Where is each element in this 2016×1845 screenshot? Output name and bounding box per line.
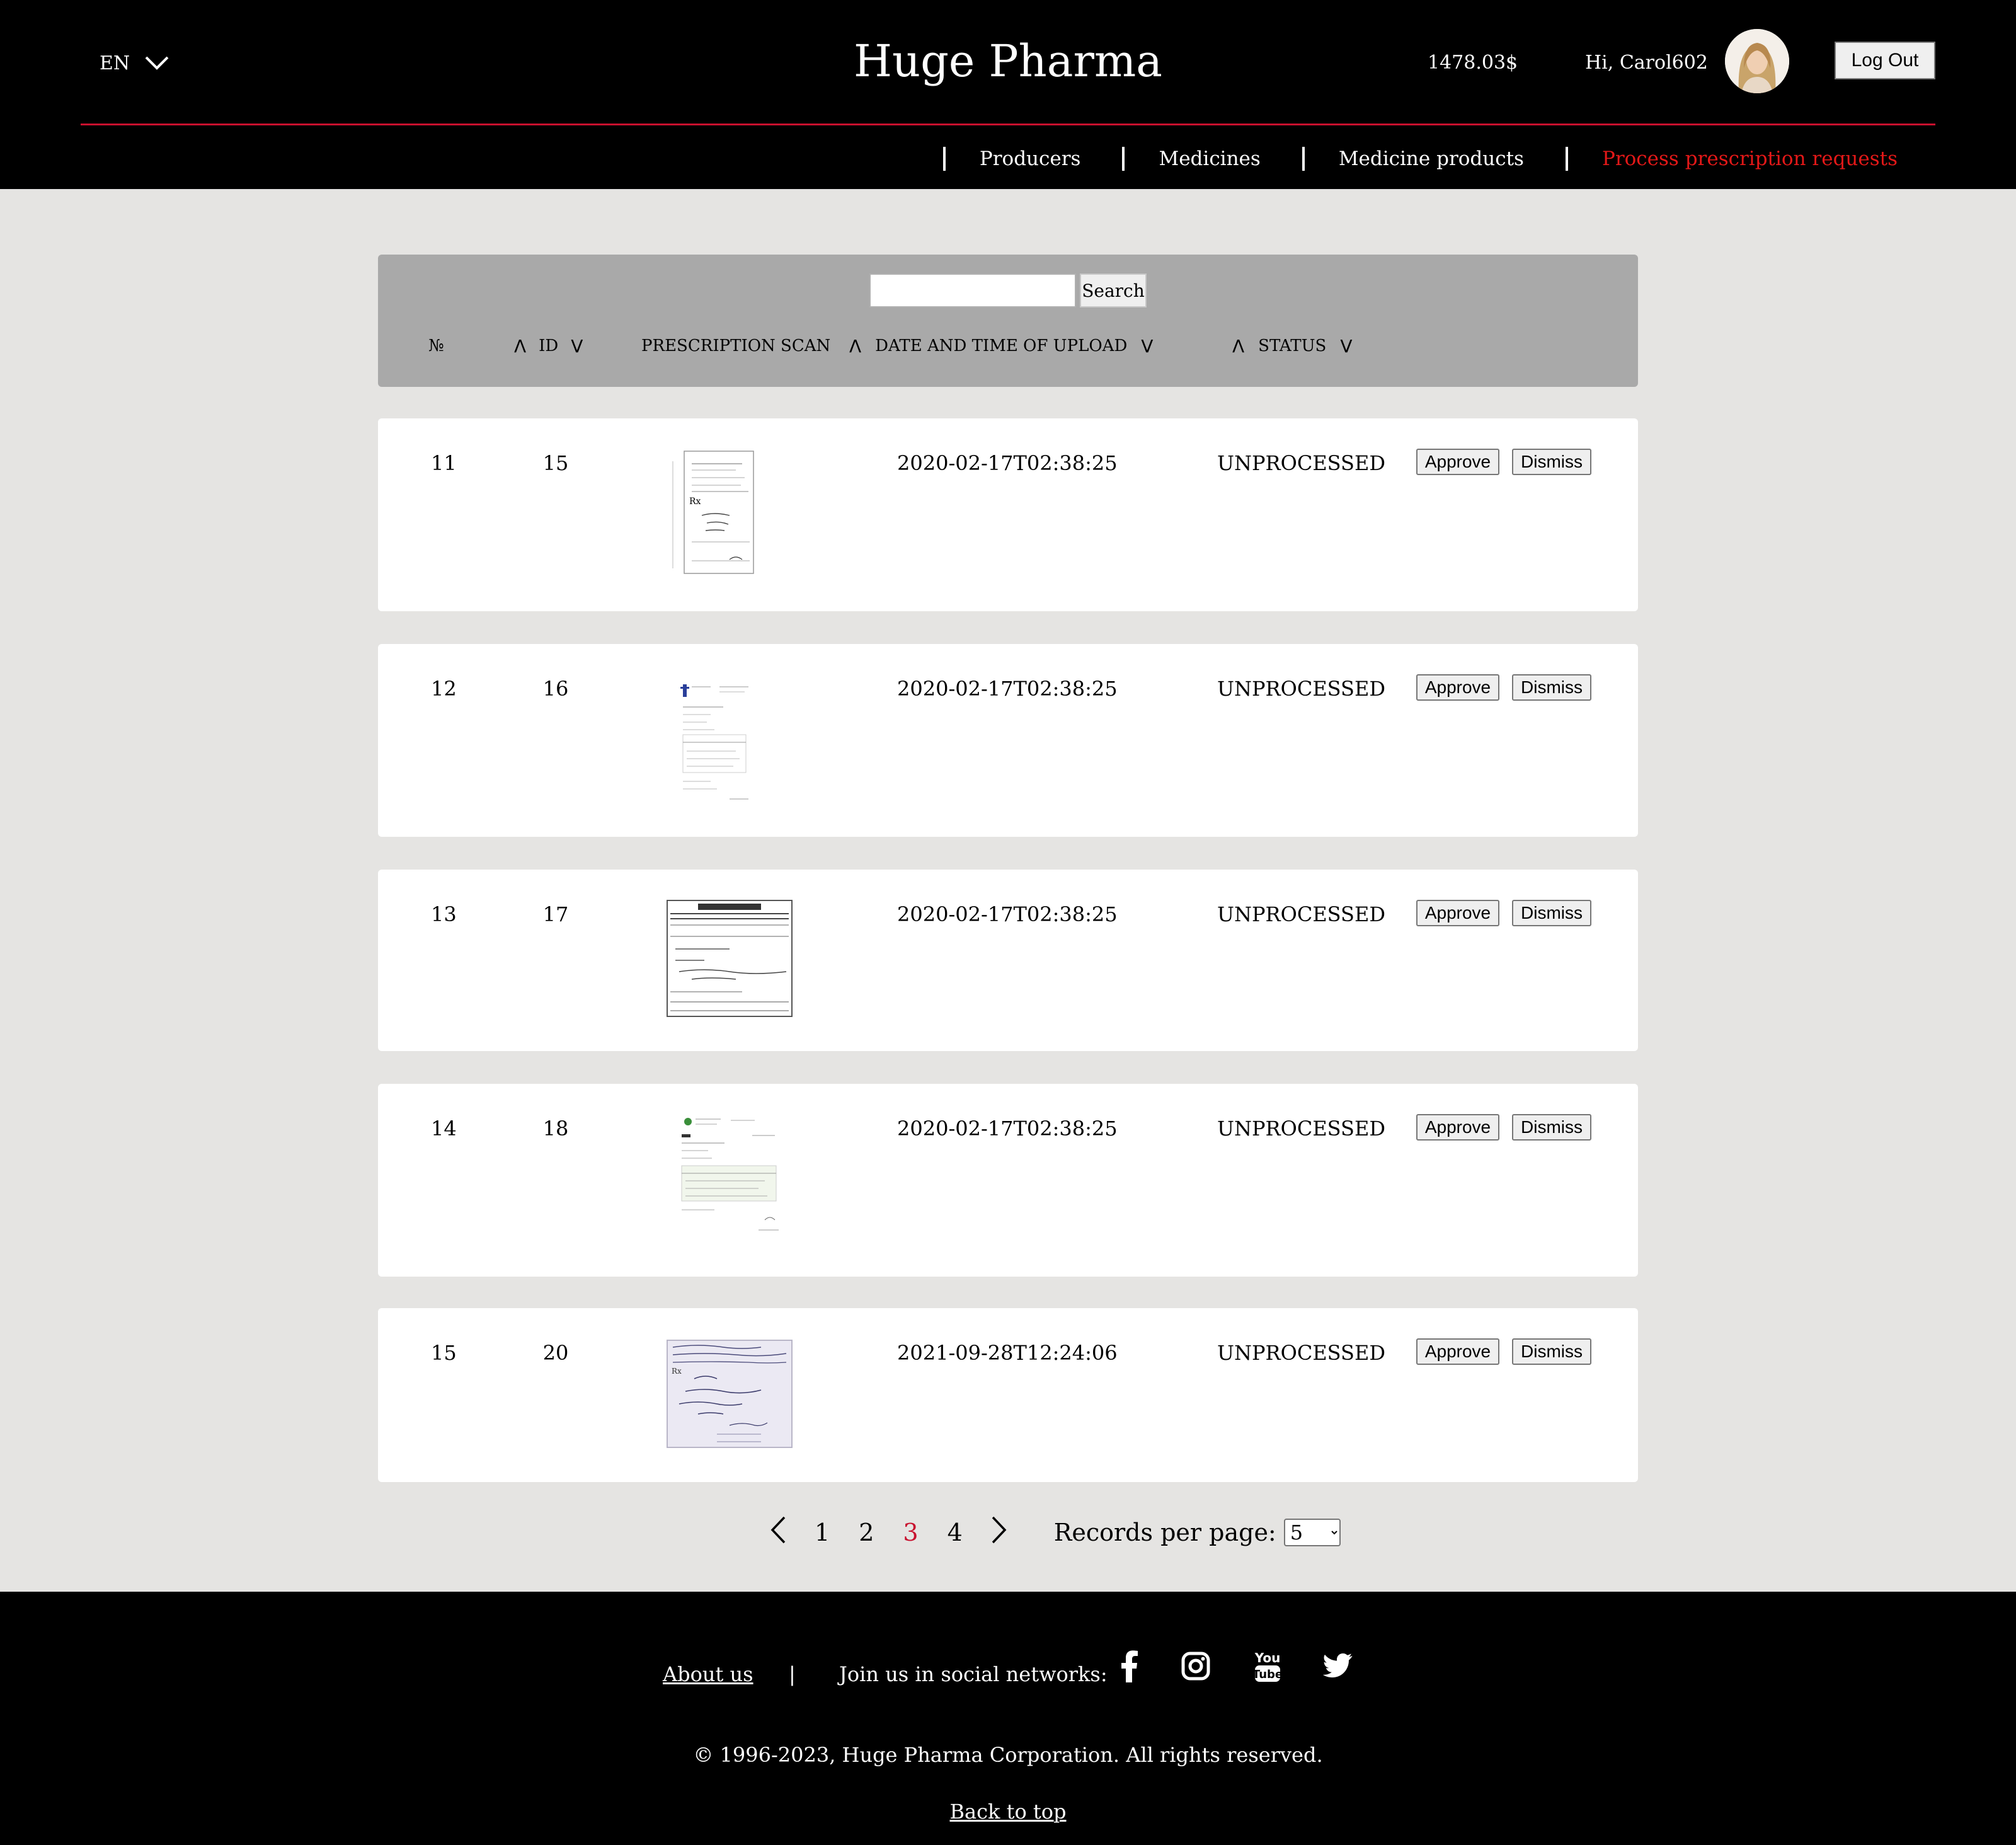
column-label-scan: PRESCRIPTION SCAN [641, 336, 831, 355]
column-header-date: Λ DATE AND TIME OF UPLOAD V [849, 330, 1153, 362]
back-to-top-link[interactable]: Back to top [950, 1800, 1067, 1824]
next-page-icon[interactable] [992, 1516, 1007, 1549]
column-header-status: Λ STATUS V [1232, 330, 1352, 362]
svg-text:Rx: Rx [689, 497, 701, 507]
header-divider [81, 124, 1935, 125]
back-to-top-container: Back to top [0, 1800, 2016, 1824]
about-us-link[interactable]: About us [663, 1662, 753, 1686]
status-label: UNPROCESSED [1217, 677, 1385, 701]
approve-button[interactable]: Approve [1416, 449, 1499, 475]
approve-button[interactable]: Approve [1416, 1338, 1499, 1365]
row-number: 12 [431, 677, 457, 701]
row-id: 20 [542, 1341, 569, 1365]
table-row: 14 18 2020-02-17T02:38:25 UNPROCESSED Ap… [378, 1084, 1638, 1277]
nav-item-process-prescription-requests[interactable]: Process prescription requests [1602, 147, 1898, 170]
status-label: UNPROCESSED [1217, 451, 1385, 475]
approve-button[interactable]: Approve [1416, 900, 1499, 926]
prescription-scan-thumbnail[interactable] [677, 1115, 784, 1241]
prescription-scan-thumbnail[interactable] [667, 900, 793, 1017]
row-number: 13 [431, 902, 457, 926]
pagination: 1 2 3 4 Records per page: 5 [756, 1512, 1341, 1553]
logout-button[interactable]: Log Out [1835, 42, 1935, 79]
page-link-3-current[interactable]: 3 [903, 1519, 918, 1546]
user-greeting: Hi, Carol602 [1585, 52, 1708, 74]
search-input[interactable] [869, 273, 1076, 308]
site-footer: About us | Join us in social networks: Y… [0, 1592, 2016, 1845]
nav-separator [1302, 147, 1305, 171]
row-number: 11 [431, 451, 457, 475]
status-label: UNPROCESSED [1217, 902, 1385, 926]
row-id: 15 [542, 451, 569, 475]
upload-datetime: 2020-02-17T02:38:25 [897, 1117, 1118, 1141]
column-header-no: № [428, 330, 444, 362]
dismiss-button[interactable]: Dismiss [1512, 1338, 1591, 1365]
youtube-icon[interactable]: You Tube [1247, 1646, 1288, 1686]
sort-asc-id-icon[interactable]: Λ [514, 336, 526, 357]
page-link-1[interactable]: 1 [815, 1519, 830, 1546]
svg-text:You: You [1254, 1650, 1281, 1665]
site-header: EN Huge Pharma 1478.03$ Hi, Carol602 Log… [0, 0, 2016, 189]
status-label: UNPROCESSED [1217, 1341, 1385, 1365]
facebook-icon[interactable] [1109, 1646, 1149, 1686]
row-id: 17 [542, 902, 569, 926]
status-label: UNPROCESSED [1217, 1117, 1385, 1141]
row-id: 16 [542, 677, 569, 701]
upload-datetime: 2020-02-17T02:38:25 [897, 902, 1118, 926]
column-header-id: Λ ID V [514, 330, 583, 362]
column-header-scan: PRESCRIPTION SCAN [641, 330, 830, 362]
table-row: 13 17 2020-02-17T02:38:25 UNPROCESSED Ap… [378, 870, 1638, 1051]
sort-asc-date-icon[interactable]: Λ [849, 336, 861, 357]
table-row: 15 20 Rx 2021-09-28T12:24:06 UNPROCESSED… [378, 1308, 1638, 1482]
avatar[interactable] [1725, 29, 1789, 93]
dismiss-button[interactable]: Dismiss [1512, 674, 1591, 701]
nav-separator [1565, 147, 1568, 171]
table-header-panel: Search № Λ ID V PRESCRIPTION SCAN Λ DATE… [378, 255, 1638, 387]
dismiss-button[interactable]: Dismiss [1512, 900, 1591, 926]
table-row: 12 16 2020-02-17T02:38:25 UNPROCESSED Ap… [378, 644, 1638, 837]
instagram-icon[interactable] [1176, 1646, 1216, 1686]
main-nav: Producers Medicines Medicine products Pr… [942, 142, 1935, 175]
dismiss-button[interactable]: Dismiss [1512, 1114, 1591, 1141]
copyright-text: © 1996-2023, Huge Pharma Corporation. Al… [693, 1743, 1323, 1767]
nav-item-producers[interactable]: Producers [980, 147, 1081, 170]
sort-desc-date-icon[interactable]: V [1141, 336, 1153, 357]
approve-button[interactable]: Approve [1416, 674, 1499, 701]
records-per-page-select[interactable]: 5 [1283, 1519, 1341, 1546]
page-link-4[interactable]: 4 [948, 1519, 963, 1546]
table-row: 11 15 Rx 2020-02-17T02:38:25 UNPROCESSED… [378, 418, 1638, 611]
records-per-page-label: Records per page: [1053, 1519, 1276, 1546]
upload-datetime: 2020-02-17T02:38:25 [897, 451, 1118, 475]
prev-page-icon[interactable] [770, 1516, 786, 1549]
account-balance: 1478.03$ [1428, 52, 1518, 74]
nav-item-medicines[interactable]: Medicines [1159, 147, 1260, 170]
column-label-no: № [428, 336, 444, 355]
row-number: 14 [431, 1117, 457, 1141]
prescription-scan-thumbnail[interactable]: Rx [667, 449, 760, 576]
row-id: 18 [542, 1117, 569, 1141]
nav-item-medicine-products[interactable]: Medicine products [1339, 147, 1524, 170]
join-social-label: Join us in social networks: [839, 1662, 1108, 1686]
column-label-status: STATUS [1258, 336, 1327, 355]
upload-datetime: 2020-02-17T02:38:25 [897, 677, 1118, 701]
row-number: 15 [431, 1341, 457, 1365]
footer-separator: | [789, 1662, 796, 1686]
column-label-date: DATE AND TIME OF UPLOAD [875, 336, 1128, 355]
sort-desc-status-icon[interactable]: V [1340, 336, 1352, 357]
page-link-2[interactable]: 2 [859, 1519, 874, 1546]
twitter-icon[interactable] [1318, 1646, 1358, 1686]
approve-button[interactable]: Approve [1416, 1114, 1499, 1141]
svg-text:Rx: Rx [672, 1367, 682, 1376]
nav-separator [942, 147, 946, 171]
prescription-scan-thumbnail[interactable]: Rx [667, 1340, 793, 1448]
site-logo[interactable]: Huge Pharma [0, 33, 2016, 89]
nav-separator [1122, 147, 1125, 171]
upload-datetime: 2021-09-28T12:24:06 [897, 1341, 1118, 1365]
svg-text:Tube: Tube [1254, 1668, 1281, 1681]
prescription-scan-thumbnail[interactable] [679, 682, 755, 808]
sort-desc-id-icon[interactable]: V [571, 336, 583, 357]
column-label-id: ID [539, 336, 559, 355]
sort-asc-status-icon[interactable]: Λ [1232, 336, 1244, 357]
dismiss-button[interactable]: Dismiss [1512, 449, 1591, 475]
search-button[interactable]: Search [1080, 273, 1147, 308]
